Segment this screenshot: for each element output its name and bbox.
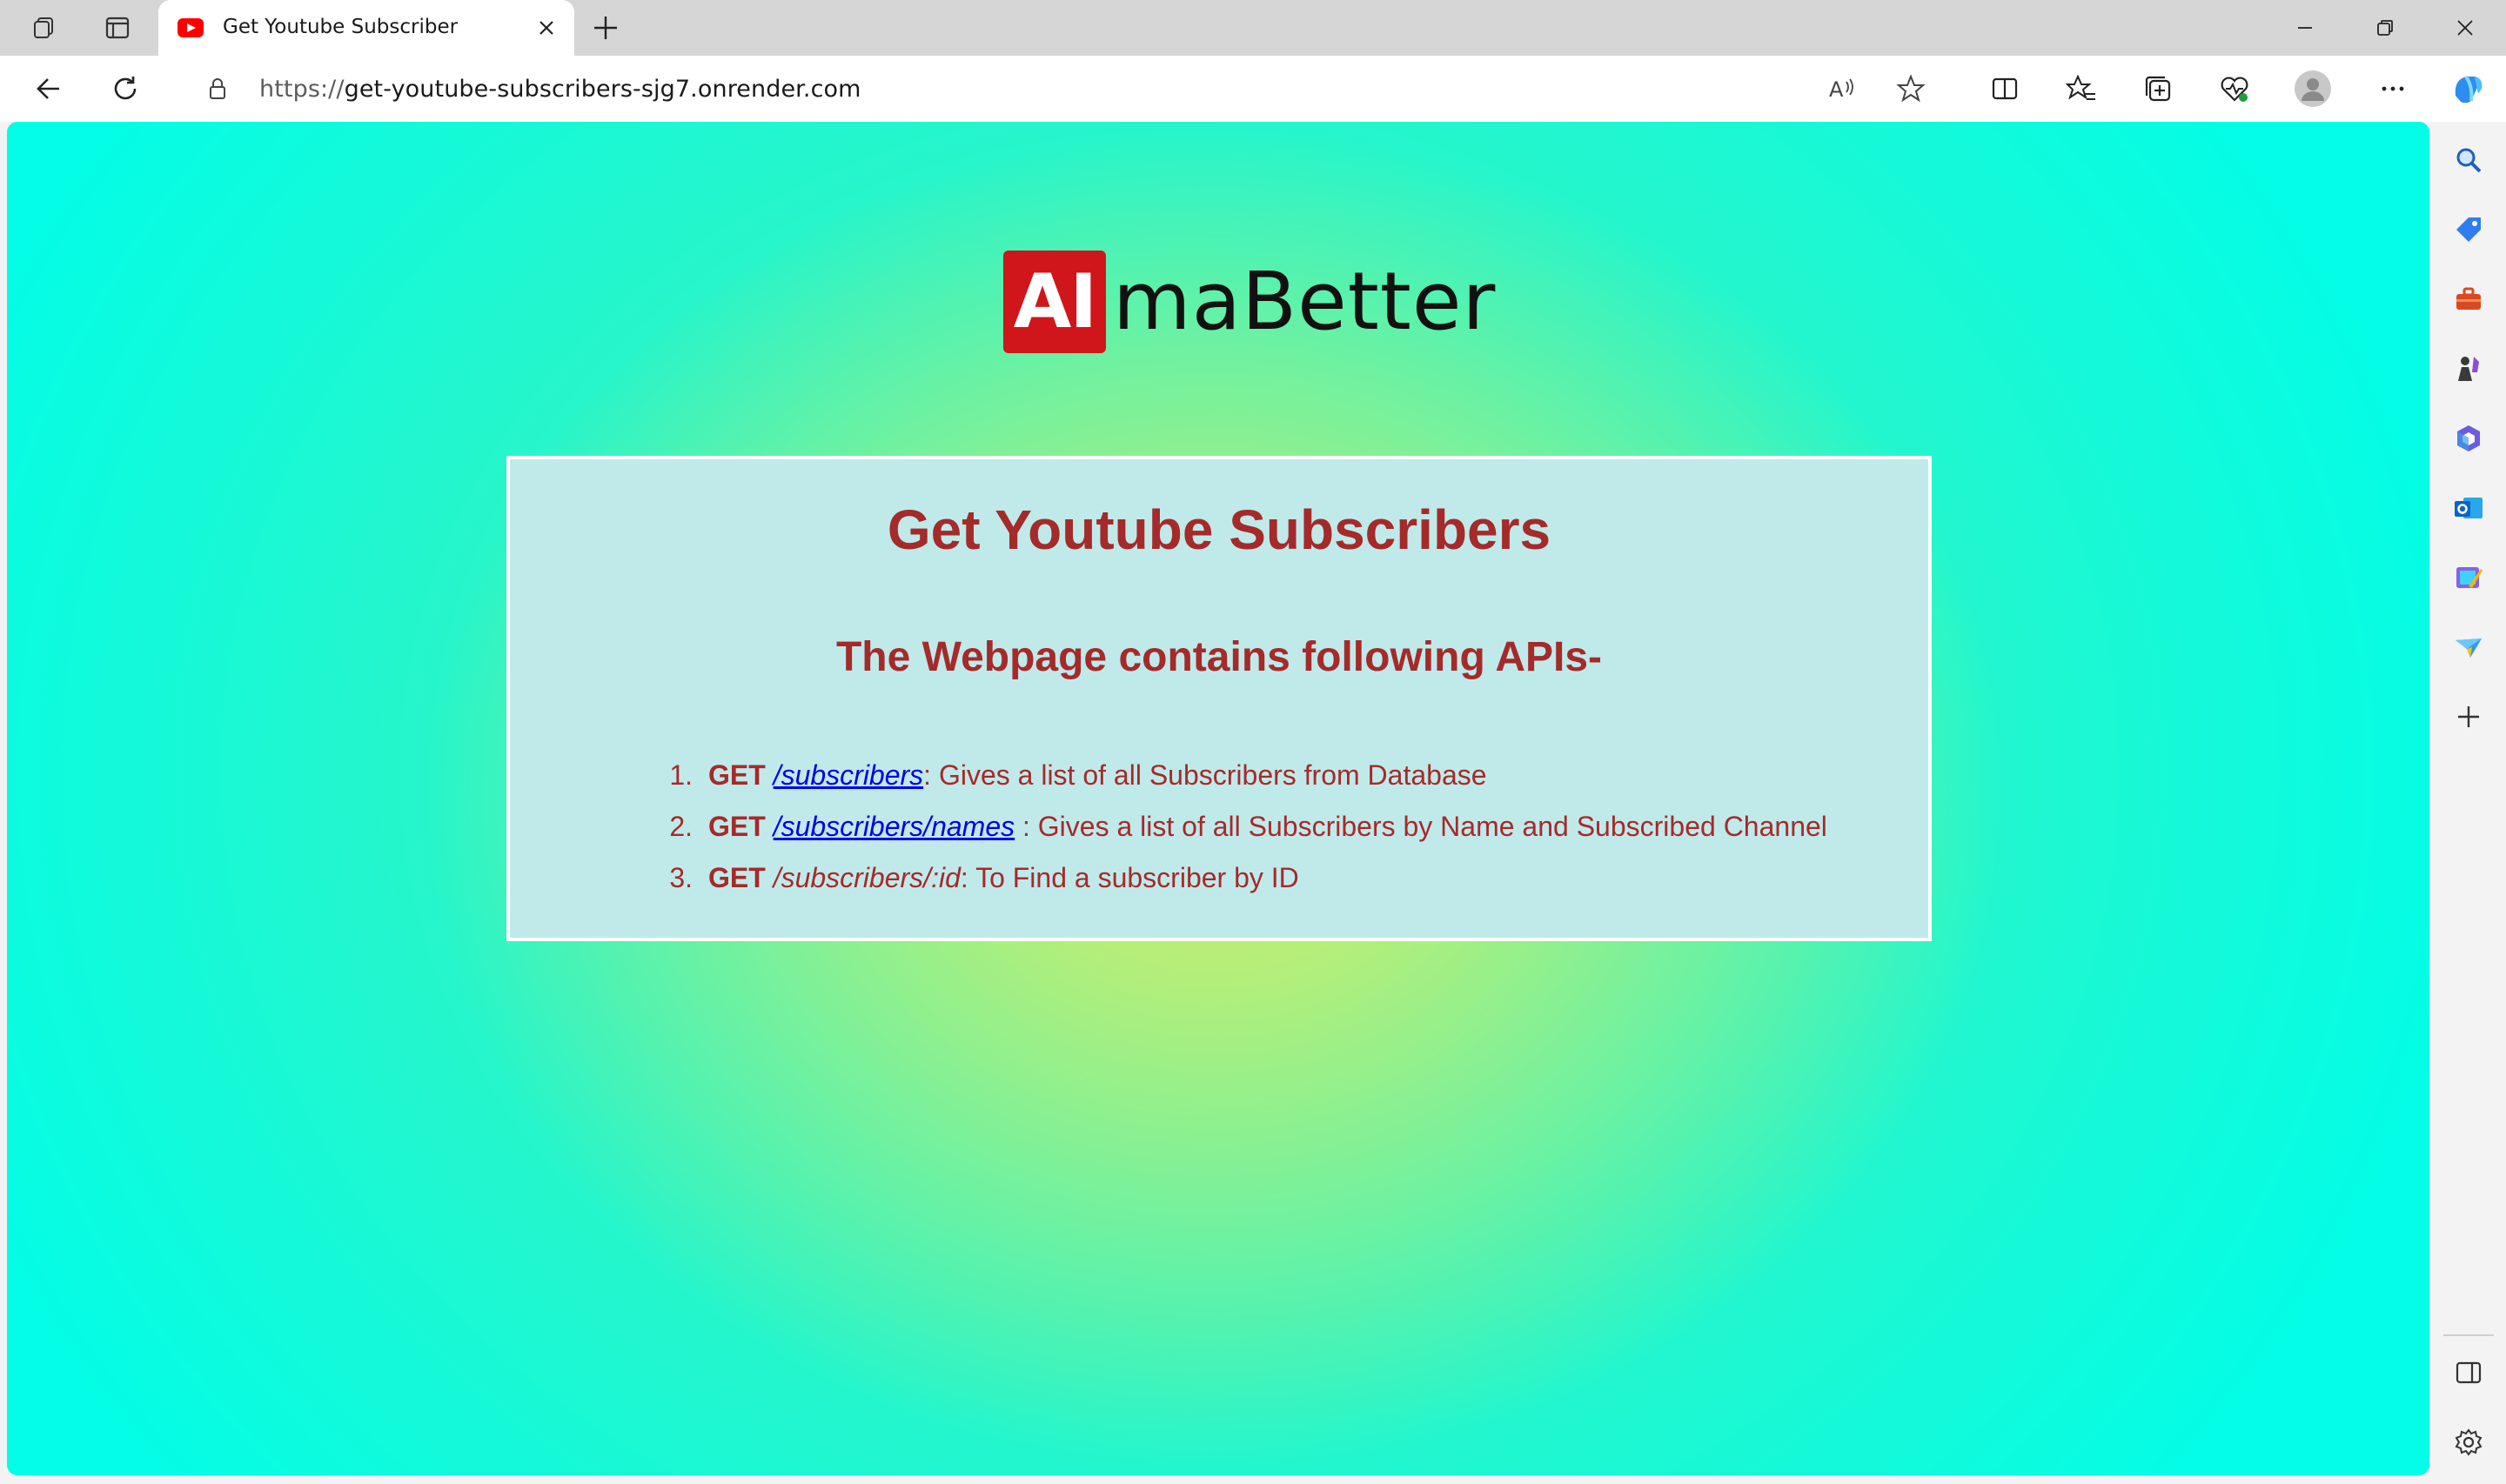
tab-strip: Get Youtube Subscriber xyxy=(0,0,2506,56)
refresh-icon[interactable] xyxy=(104,68,146,110)
address-bar[interactable]: https://get-youtube-subscribers-sjg7.onr… xyxy=(174,64,1958,114)
list-number: 1. xyxy=(669,759,693,791)
browser-essentials-icon[interactable] xyxy=(2214,68,2255,110)
list-number: 2. xyxy=(669,811,693,842)
restore-icon[interactable] xyxy=(2346,0,2424,56)
api-method: GET xyxy=(708,759,766,791)
url-text[interactable]: https://get-youtube-subscribers-sjg7.onr… xyxy=(259,76,861,103)
lock-icon[interactable] xyxy=(205,77,230,101)
api-info-card: Get Youtube Subscribers The Webpage cont… xyxy=(506,456,1932,941)
list-number: 3. xyxy=(669,862,693,893)
read-aloud-icon[interactable]: A xyxy=(1820,68,1862,110)
subscribers-link[interactable]: /subscribers xyxy=(774,759,924,791)
api-list-item: 1. GET /subscribers: Gives a list of all … xyxy=(649,750,1827,801)
close-window-icon[interactable] xyxy=(2426,0,2504,56)
api-description: : Gives a list of all Subscribers from D… xyxy=(923,759,1487,791)
svg-text:A: A xyxy=(1829,77,1844,102)
active-tab[interactable]: Get Youtube Subscriber xyxy=(158,0,574,56)
tools-icon[interactable] xyxy=(2449,280,2488,318)
back-icon[interactable] xyxy=(28,68,70,110)
copilot-icon[interactable] xyxy=(2447,68,2489,110)
api-list-item: 3. GET /subscribers/:id: To Find a subscr… xyxy=(649,852,1827,904)
more-icon[interactable] xyxy=(2372,68,2414,110)
almabetter-logo: AI maBetter xyxy=(1003,251,1496,353)
collections-icon[interactable] xyxy=(2137,68,2179,110)
microsoft-365-icon[interactable] xyxy=(2449,419,2488,458)
sidebar-divider xyxy=(2443,1334,2494,1336)
outlook-icon[interactable] xyxy=(2449,489,2488,527)
drop-icon[interactable] xyxy=(2449,628,2488,666)
settings-icon[interactable] xyxy=(2449,1423,2488,1461)
api-path: /subscribers/:id xyxy=(773,862,961,893)
favorites-icon[interactable] xyxy=(2060,68,2102,110)
new-tab-icon[interactable] xyxy=(586,9,625,47)
search-icon[interactable] xyxy=(2449,141,2488,179)
page-title: Get Youtube Subscribers xyxy=(887,498,1551,561)
tab-title: Get Youtube Subscriber xyxy=(223,16,459,38)
api-method: GET xyxy=(708,811,766,842)
subscribers-names-link[interactable]: /subscribers/names xyxy=(774,811,1015,842)
close-tab-icon[interactable] xyxy=(531,12,562,43)
edge-sidebar xyxy=(2431,122,2506,1484)
favorite-star-icon[interactable] xyxy=(1890,68,1932,110)
hide-sidebar-icon[interactable] xyxy=(2449,1354,2488,1392)
navigation-toolbar: https://get-youtube-subscribers-sjg7.onr… xyxy=(0,56,2506,122)
minimize-icon[interactable] xyxy=(2266,0,2344,56)
api-description: : Gives a list of all Subscribers by Nam… xyxy=(1015,811,1827,842)
tab-actions-icon[interactable] xyxy=(97,9,137,47)
api-list-item: 2. GET /subscribers/names : Gives a list … xyxy=(649,801,1827,852)
api-description: : To Find a subscriber by ID xyxy=(960,862,1299,893)
page-subtitle: The Webpage contains following APIs- xyxy=(835,634,1603,680)
api-method: GET xyxy=(708,862,766,893)
url-host: get-youtube-subscribers-sjg7.onrender.co… xyxy=(344,76,861,103)
logo-badge-text: AI xyxy=(1013,258,1098,345)
logo-badge: AI xyxy=(1003,251,1106,353)
shopping-tag-icon[interactable] xyxy=(2449,211,2488,249)
designer-icon[interactable] xyxy=(2449,558,2488,597)
add-icon[interactable] xyxy=(2449,698,2488,736)
page-viewport: AI maBetter Get Youtube Subscribers The … xyxy=(7,122,2429,1475)
api-list: 1. GET /subscribers: Gives a list of all … xyxy=(649,750,1827,904)
youtube-favicon-icon xyxy=(178,18,204,37)
logo-text: maBetter xyxy=(1113,255,1497,348)
profile-avatar-icon[interactable] xyxy=(2292,68,2334,110)
games-icon[interactable] xyxy=(2449,350,2488,388)
split-screen-icon[interactable] xyxy=(1984,68,2026,110)
workspaces-icon[interactable] xyxy=(24,9,64,47)
url-protocol: https:// xyxy=(259,76,345,103)
